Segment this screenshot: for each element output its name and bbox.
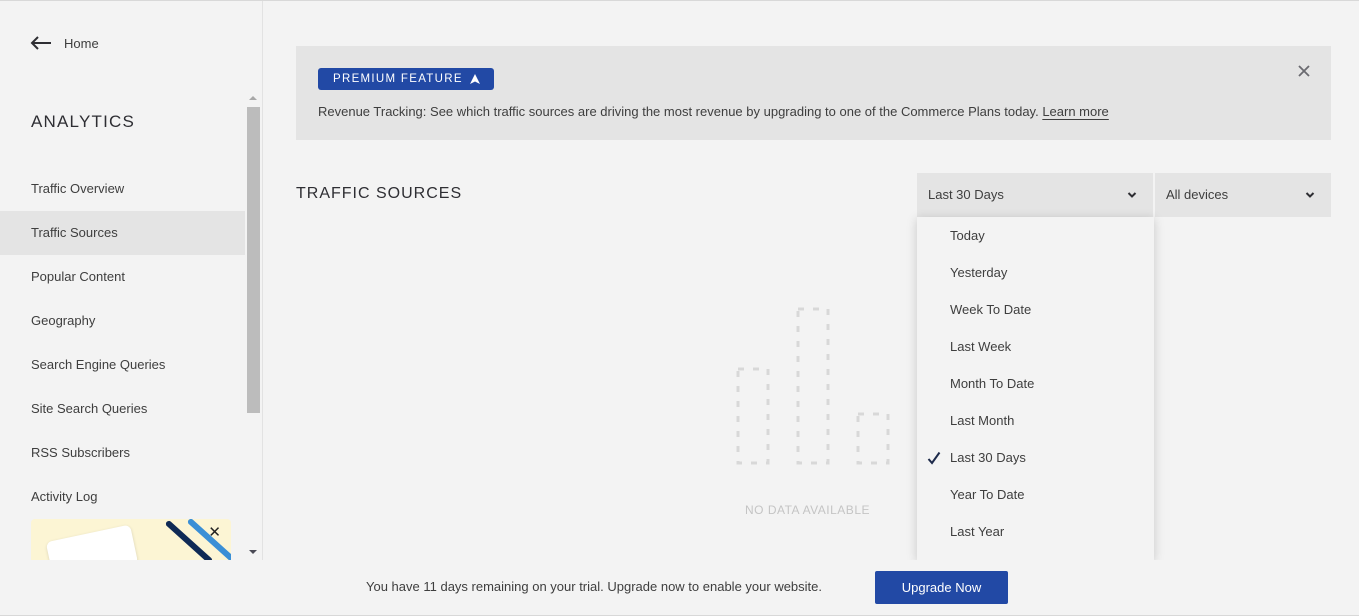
arrow-up-icon	[469, 74, 480, 84]
sidebar-item-search-engine-queries[interactable]: Search Engine Queries	[0, 343, 245, 387]
scroll-thumb[interactable]	[247, 107, 260, 413]
sidebar: Home ANALYTICS Traffic Overview Traffic …	[0, 1, 263, 561]
arrow-left-icon	[30, 36, 51, 50]
banner-message: Revenue Tracking: See which traffic sour…	[318, 104, 1109, 119]
date-range-option[interactable]: Week To Date	[917, 291, 1154, 328]
page-title: TRAFFIC SOURCES	[296, 185, 463, 202]
trial-bar: You have 11 days remaining on your trial…	[0, 560, 1359, 616]
device-select[interactable]: All devices	[1155, 173, 1331, 217]
date-range-option[interactable]: Yesterday	[917, 254, 1154, 291]
placeholder-bar-3	[856, 412, 890, 465]
premium-banner: PREMIUM FEATURE Revenue Tracking: See wh…	[296, 46, 1331, 140]
date-range-option[interactable]: Last Week	[917, 328, 1154, 365]
date-range-option[interactable]: Month To Date	[917, 365, 1154, 402]
date-range-dropdown: Today Yesterday Week To Date Last Week M…	[917, 217, 1154, 560]
learn-more-link[interactable]: Learn more	[1042, 104, 1108, 119]
placeholder-bar-1	[736, 367, 770, 465]
empty-chart-placeholder-icon	[736, 307, 890, 465]
trial-message: You have 11 days remaining on your trial…	[366, 579, 823, 594]
date-range-option[interactable]: Year To Date	[917, 476, 1154, 513]
sidebar-scrollbar[interactable]	[246, 93, 261, 560]
home-label: Home	[64, 35, 99, 51]
sidebar-item-rss-subscribers[interactable]: RSS Subscribers	[0, 431, 245, 475]
device-value: All devices	[1166, 187, 1229, 202]
date-range-value: Last 30 Days	[928, 187, 1004, 202]
scroll-up-arrow-icon[interactable]	[249, 96, 257, 100]
no-data-label: NO DATA AVAILABLE	[745, 503, 870, 517]
promo-illustration-paper	[45, 524, 139, 561]
sidebar-item-geography[interactable]: Geography	[0, 299, 245, 343]
sidebar-item-popular-content[interactable]: Popular Content	[0, 255, 245, 299]
chevron-down-icon	[1305, 192, 1315, 198]
home-link[interactable]: Home	[30, 35, 99, 51]
date-range-option[interactable]: Today	[917, 217, 1154, 254]
premium-badge-label: PREMIUM FEATURE	[333, 73, 463, 85]
sidebar-item-traffic-sources[interactable]: Traffic Sources	[0, 211, 245, 255]
banner-body: See which traffic sources are driving th…	[426, 104, 1043, 119]
section-title: ANALYTICS	[31, 112, 136, 131]
sidebar-nav: Traffic Overview Traffic Sources Popular…	[0, 167, 245, 519]
date-range-option-selected[interactable]: Last 30 Days	[917, 439, 1154, 476]
scroll-down-arrow-icon[interactable]	[249, 550, 257, 554]
date-range-option[interactable]: Last Year	[917, 513, 1154, 550]
premium-feature-badge: PREMIUM FEATURE	[318, 68, 494, 90]
promo-card[interactable]: ✕	[31, 519, 231, 561]
banner-title: Revenue Tracking:	[318, 104, 427, 119]
sidebar-item-traffic-overview[interactable]: Traffic Overview	[0, 167, 245, 211]
date-range-option[interactable]: Last Month	[917, 402, 1154, 439]
sidebar-item-site-search-queries[interactable]: Site Search Queries	[0, 387, 245, 431]
chevron-down-icon	[1127, 192, 1137, 198]
sidebar-item-activity-log[interactable]: Activity Log	[0, 475, 245, 519]
upgrade-now-button[interactable]: Upgrade Now	[875, 571, 1008, 604]
checkmark-icon	[927, 451, 941, 465]
promo-close-icon[interactable]: ✕	[208, 525, 221, 541]
close-icon[interactable]	[1297, 64, 1311, 78]
date-range-select[interactable]: Last 30 Days	[917, 173, 1153, 217]
placeholder-bar-2	[796, 307, 830, 465]
